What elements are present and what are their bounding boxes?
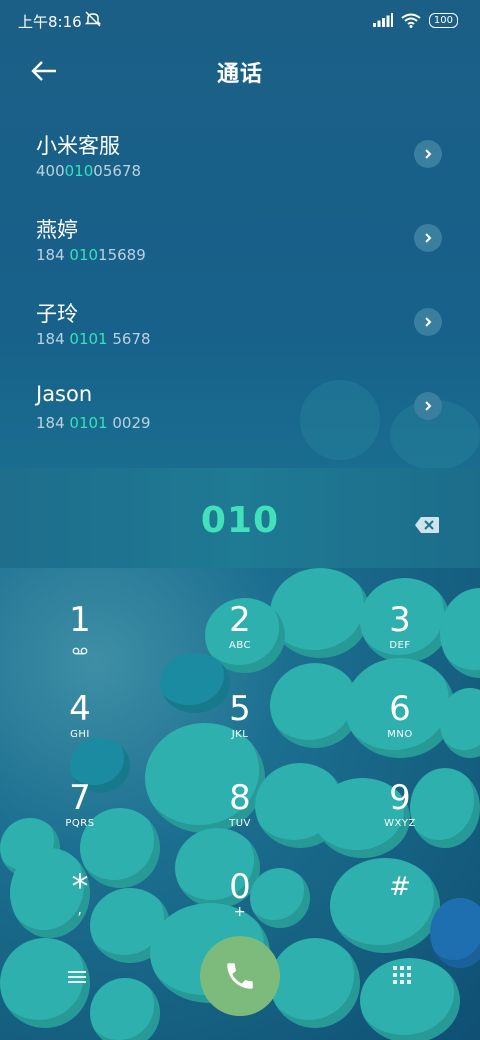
number-part: 400 bbox=[36, 162, 65, 180]
contact-name: 小米客服 bbox=[36, 134, 120, 158]
number-part: 15689 bbox=[98, 246, 146, 264]
contact-row[interactable]: 燕婷 184 01015689 bbox=[0, 196, 480, 280]
number-part: 05678 bbox=[93, 162, 141, 180]
chevron-right-icon[interactable] bbox=[414, 392, 442, 420]
dialpad-icon[interactable] bbox=[392, 965, 412, 985]
key-digit: 5 bbox=[229, 689, 251, 729]
key-digit: # bbox=[389, 872, 411, 902]
header: 通话 bbox=[0, 44, 480, 98]
status-icons: 100 bbox=[372, 11, 458, 29]
key-letters: + bbox=[233, 904, 247, 920]
signal-icon bbox=[372, 13, 393, 27]
battery-icon: 100 bbox=[428, 12, 458, 28]
key-4[interactable]: 4 GHI bbox=[20, 687, 140, 769]
contact-name: Jason bbox=[36, 382, 93, 406]
contact-row[interactable]: 子玲 184 0101 5678 bbox=[0, 280, 480, 364]
contact-number: 40001005678 bbox=[36, 162, 141, 180]
key-digit: 0 bbox=[229, 867, 251, 907]
number-part: 0029 bbox=[107, 414, 151, 432]
key-digit: 2 bbox=[229, 600, 251, 640]
contact-row[interactable]: 小米客服 40001005678 bbox=[0, 112, 480, 196]
number-part: 5678 bbox=[107, 330, 151, 348]
key-digit: 4 bbox=[69, 689, 91, 729]
contact-list: 小米客服 40001005678 燕婷 184 01015689 子玲 184 … bbox=[0, 112, 480, 448]
key-letters: PQRS bbox=[65, 818, 95, 829]
dial-input-bar: 010 bbox=[0, 468, 480, 568]
contact-name: 燕婷 bbox=[36, 218, 78, 242]
key-digit: 1 bbox=[69, 600, 91, 640]
key-2[interactable]: 2 ABC bbox=[180, 598, 300, 680]
contact-number: 184 01015689 bbox=[36, 246, 146, 264]
menu-icon[interactable] bbox=[66, 968, 88, 986]
key-letters: GHI bbox=[70, 729, 90, 740]
key-letters: TUV bbox=[229, 818, 251, 829]
number-part: 184 bbox=[36, 330, 70, 348]
key-3[interactable]: 3 DEF bbox=[340, 598, 460, 680]
call-list-area: 上午8:16 100 通话 小米客服 40001005678 燕婷 184 01… bbox=[0, 0, 480, 468]
key-digit: * bbox=[71, 867, 89, 907]
number-part: 184 bbox=[36, 246, 70, 264]
contact-name: 子玲 bbox=[36, 302, 78, 326]
key-digit: 9 bbox=[389, 778, 411, 818]
chevron-right-icon[interactable] bbox=[414, 308, 442, 336]
key-letters: , bbox=[77, 902, 83, 918]
call-button[interactable] bbox=[200, 936, 280, 1016]
number-match: 010 bbox=[64, 162, 94, 180]
key-digit: 8 bbox=[229, 778, 251, 818]
dialer-controls bbox=[0, 928, 480, 1040]
key-digit: 6 bbox=[389, 689, 411, 729]
dialed-number: 010 bbox=[200, 500, 280, 541]
mute-icon bbox=[84, 11, 102, 27]
key-digit: 3 bbox=[389, 600, 411, 640]
number-part: 184 bbox=[36, 414, 70, 432]
contact-number: 184 0101 0029 bbox=[36, 414, 151, 432]
key-8[interactable]: 8 TUV bbox=[180, 776, 300, 858]
key-letters: MNO bbox=[387, 729, 413, 740]
key-6[interactable]: 6 MNO bbox=[340, 687, 460, 769]
key-letters: WXYZ bbox=[384, 818, 416, 829]
key-letters: ABC bbox=[228, 640, 251, 651]
key-7[interactable]: 7 PQRS bbox=[20, 776, 140, 858]
key-letters: DEF bbox=[389, 640, 411, 651]
status-time: 上午8:16 bbox=[18, 13, 82, 31]
key-5[interactable]: 5 JKL bbox=[180, 687, 300, 769]
page-title: 通话 bbox=[216, 62, 263, 87]
backspace-icon[interactable] bbox=[414, 516, 440, 534]
number-match: 010 bbox=[69, 246, 99, 264]
contact-row[interactable]: Jason 184 0101 0029 bbox=[0, 364, 480, 448]
voicemail-icon bbox=[72, 647, 88, 655]
phone-icon bbox=[227, 963, 253, 989]
key-1[interactable]: 1 bbox=[20, 598, 140, 680]
wifi-icon bbox=[401, 13, 421, 28]
status-bar: 上午8:16 100 bbox=[0, 0, 480, 40]
number-match: 0101 bbox=[69, 330, 108, 348]
key-letters: JKL bbox=[231, 729, 249, 740]
chevron-right-icon[interactable] bbox=[414, 140, 442, 168]
key-9[interactable]: 9 WXYZ bbox=[340, 776, 460, 858]
contact-number: 184 0101 5678 bbox=[36, 330, 151, 348]
number-match: 0101 bbox=[69, 414, 108, 432]
key-digit: 7 bbox=[69, 778, 91, 818]
chevron-right-icon[interactable] bbox=[414, 224, 442, 252]
